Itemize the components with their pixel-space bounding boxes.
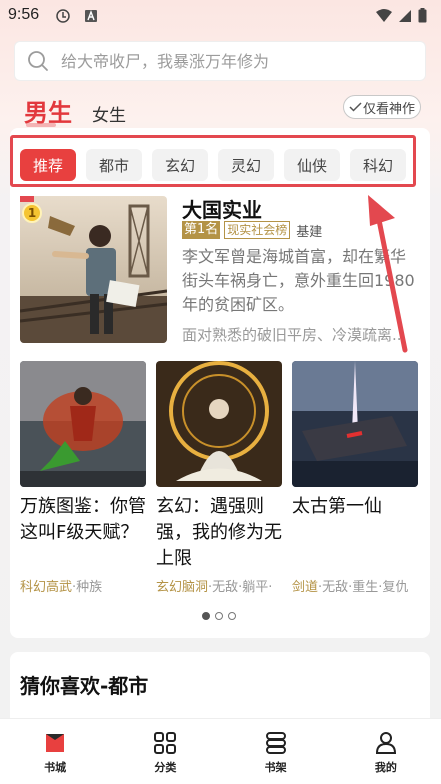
annotation-highlight-box — [10, 135, 416, 187]
book-tag-rest-2: ·无敌·躺平· — [208, 580, 273, 595]
book-tag-rest-1: ·种族 — [72, 580, 103, 595]
book-title-3[interactable]: 太古第一仙 — [292, 494, 420, 520]
book-title-2[interactable]: 玄幻：遇强则强，我的修为无上限 — [156, 494, 284, 572]
featured-book-title[interactable]: 大国实业 — [182, 194, 262, 223]
only-classics-toggle[interactable]: 仅看神作 — [343, 95, 421, 119]
bookstore-icon — [46, 734, 65, 752]
list-tag: 现实社会榜 — [224, 221, 291, 239]
nav-bookshelf-label: 书架 — [264, 761, 287, 774]
profile-icon — [375, 732, 396, 754]
nav-profile[interactable]: 我的 — [331, 719, 441, 784]
battery-icon — [418, 8, 427, 23]
nav-category-label: 分类 — [154, 761, 177, 774]
rank-medal: 1 — [22, 203, 42, 223]
nav-category[interactable]: 分类 — [110, 719, 220, 784]
book-tags-3: 剑道·无敌·重生·复仇 — [292, 576, 408, 595]
featured-book-description-more: 面对熟悉的破旧平房、冷漠疏离... — [182, 326, 407, 344]
bookshelf-icon — [265, 732, 286, 754]
wifi-icon — [376, 8, 392, 22]
nav-bookstore[interactable]: 书城 — [0, 719, 110, 784]
featured-book-description: 李文军曾是海城首富，却在繁华街头车祸身亡，意外重生回1980年的贫困矿区。 — [182, 247, 415, 314]
genre-tag: 基建 — [296, 224, 323, 240]
search-bar[interactable] — [14, 41, 426, 81]
book-tags-1: 科幻高武·种族 — [20, 576, 102, 595]
only-classics-label: 仅看神作 — [362, 101, 415, 117]
search-input[interactable] — [61, 51, 401, 71]
guess-section-title: 猜你喜欢-都市 — [20, 674, 149, 698]
book-tag-rest-3: ·无敌·重生·复仇 — [318, 580, 409, 595]
featured-tags: 第1名 现实社会榜 基建 — [182, 221, 323, 240]
rank-tag: 第1名 — [182, 221, 221, 239]
checkmark-icon — [349, 102, 362, 112]
media-icon — [56, 9, 70, 23]
book-cover-3[interactable] — [292, 361, 418, 487]
category-grid-icon — [154, 732, 177, 754]
page-dot-3[interactable] — [228, 612, 236, 620]
page-dot-1[interactable] — [202, 612, 210, 620]
book-cover-2[interactable] — [156, 361, 282, 487]
carousel-pagination — [202, 612, 236, 620]
book-tag-main-3: 剑道 — [292, 580, 319, 595]
nav-bookstore-label: 书城 — [44, 761, 67, 774]
page-dot-2[interactable] — [215, 612, 223, 620]
status-time: 9:56 — [8, 6, 40, 23]
nav-bookshelf[interactable]: 书架 — [221, 719, 331, 784]
status-bar: 9:56 — [0, 0, 441, 34]
book-title-1[interactable]: 万族图鉴：你管这叫F级天赋？ — [20, 494, 148, 546]
book-tag-main-2: 玄幻脑洞 — [156, 580, 209, 595]
book-tags-2: 玄幻脑洞·无敌·躺平· — [156, 576, 272, 595]
search-icon — [28, 51, 48, 71]
signal-icon — [399, 9, 411, 22]
bottom-nav: 书城 分类 书架 我的 — [0, 718, 441, 784]
font-app-icon — [85, 10, 97, 22]
tab-male[interactable]: 男生 — [24, 93, 72, 128]
featured-book-cover[interactable] — [20, 196, 167, 343]
rank-flag — [20, 196, 34, 202]
book-tag-main-1: 科幻高武 — [20, 580, 73, 595]
nav-profile-label: 我的 — [374, 761, 397, 774]
gender-tabs: 男生 女生 — [24, 92, 126, 128]
tab-female[interactable]: 女生 — [92, 101, 126, 126]
book-cover-1[interactable] — [20, 361, 146, 487]
